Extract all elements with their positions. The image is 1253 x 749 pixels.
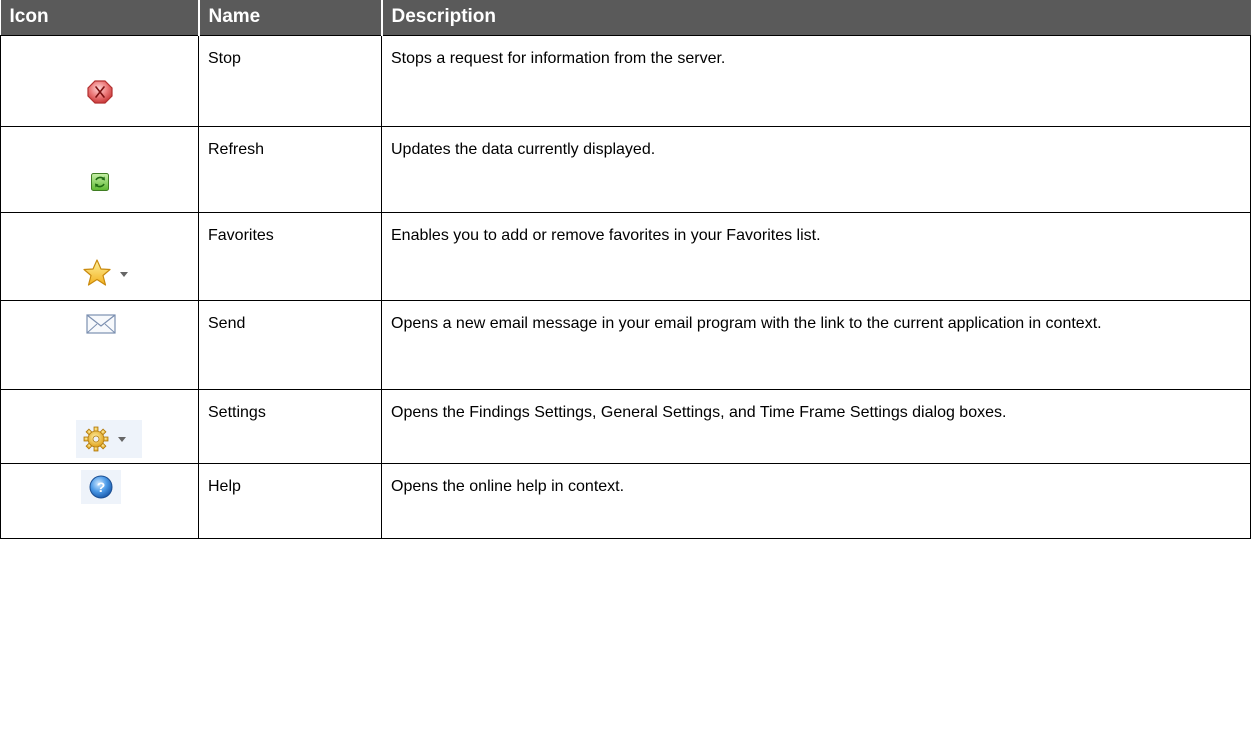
row-description: Stops a request for information from the… (381, 34, 1251, 127)
row-description: Opens a new email message in your email … (381, 299, 1251, 390)
header-description: Description (380, 0, 1251, 35)
row-name: Send (198, 299, 382, 390)
table-row: Settings Opens the Findings Settings, Ge… (0, 388, 1251, 464)
icon-cell (0, 34, 199, 127)
row-name: Stop (198, 34, 382, 127)
row-description: Opens the online help in context. (381, 462, 1251, 539)
header-icon: Icon (0, 0, 199, 35)
icon-cell (0, 299, 199, 390)
row-name: Favorites (198, 211, 382, 301)
table-row: Send Opens a new email message in your e… (0, 299, 1251, 390)
table-row: ? Help Opens the online help in context. (0, 462, 1251, 539)
row-name: Settings (198, 388, 382, 464)
icon-cell (0, 125, 199, 213)
table-header-row: Icon Name Description (0, 0, 1251, 35)
icon-cell (0, 211, 199, 301)
favorites-star-icon (82, 258, 134, 288)
table-row: Favorites Enables you to add or remove f… (0, 211, 1251, 301)
row-description: Updates the data currently displayed. (381, 125, 1251, 213)
icon-reference-table: Icon Name Description Stop Stops a reque… (0, 0, 1251, 539)
table-row: Stop Stops a request for information fro… (0, 34, 1251, 127)
row-name: Refresh (198, 125, 382, 213)
refresh-icon (90, 172, 110, 192)
row-description: Opens the Findings Settings, General Set… (381, 388, 1251, 464)
help-icon: ? (81, 469, 121, 504)
svg-text:?: ? (97, 479, 106, 495)
row-description: Enables you to add or remove favorites i… (381, 211, 1251, 301)
icon-cell: ? (0, 462, 199, 539)
header-name: Name (197, 0, 382, 35)
stop-icon (85, 77, 115, 107)
settings-gear-icon (76, 419, 142, 458)
icon-cell (0, 388, 199, 464)
table-row: Refresh Updates the data currently displ… (0, 125, 1251, 213)
row-name: Help (198, 462, 382, 539)
send-envelope-icon (86, 313, 116, 335)
